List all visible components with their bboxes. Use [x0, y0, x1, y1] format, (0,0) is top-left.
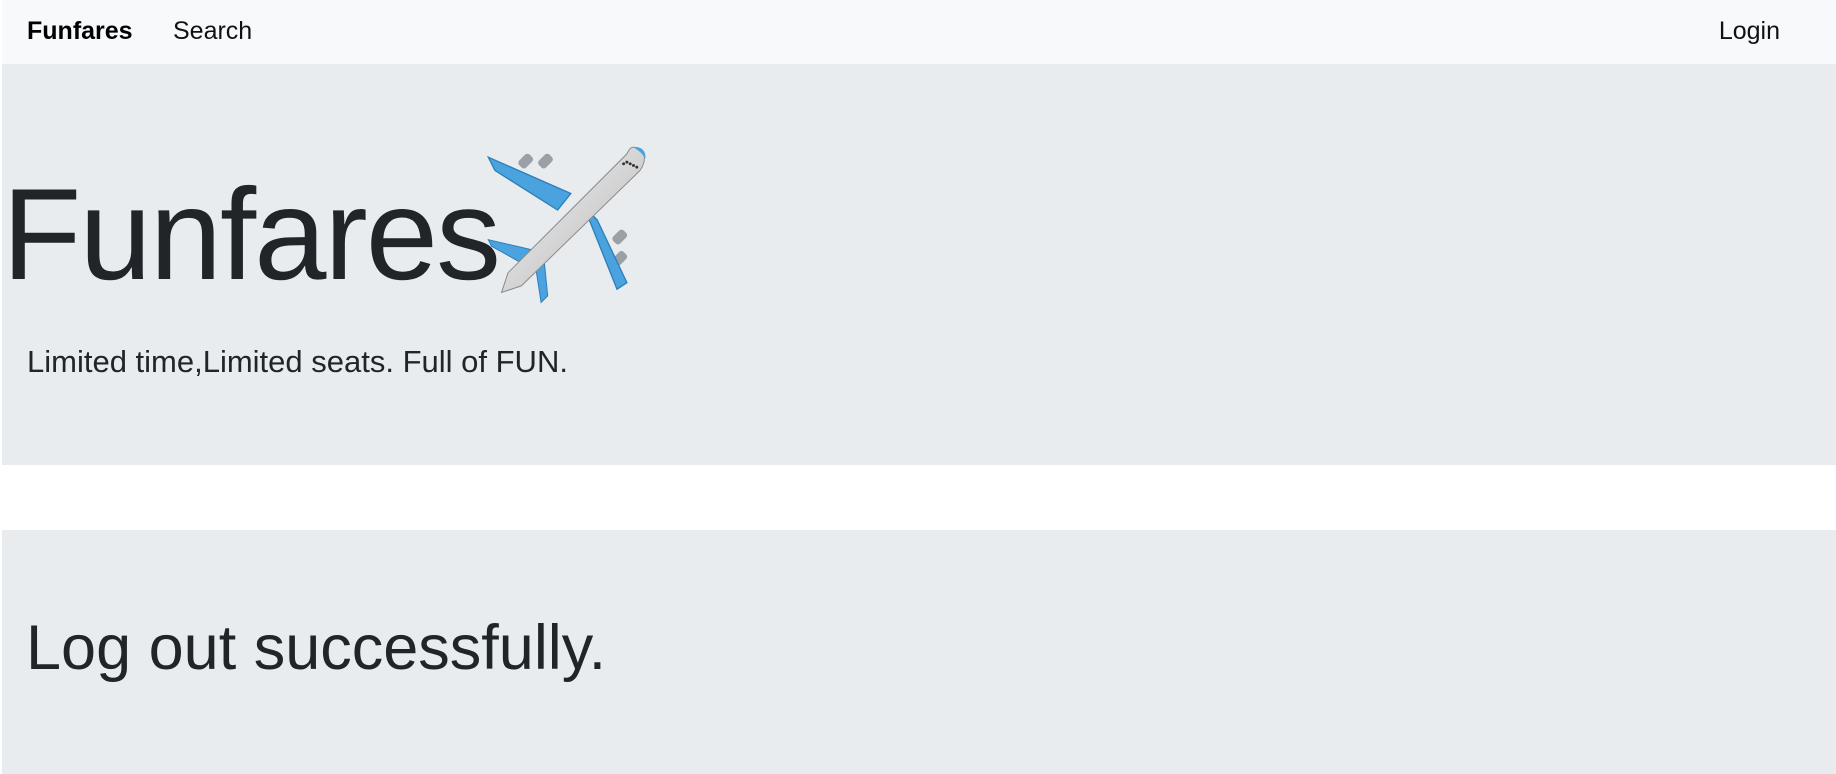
- brand-link[interactable]: Funfares: [27, 14, 133, 48]
- hero-tagline: Limited time,Limited seats. Full of FUN.: [27, 344, 568, 379]
- hero-title: Funfares: [2, 161, 501, 307]
- logout-message-panel: Log out successfully.: [2, 530, 1836, 774]
- top-navbar: Funfares Search Login: [2, 0, 1836, 64]
- airplane-icon: [486, 146, 646, 304]
- nav-search-link[interactable]: Search: [173, 14, 252, 48]
- nav-login-link[interactable]: Login: [1719, 14, 1780, 48]
- hero-jumbotron: Funfares Limited time,Limited seats. Ful…: [2, 64, 1836, 465]
- logout-message: Log out successfully.: [26, 613, 607, 683]
